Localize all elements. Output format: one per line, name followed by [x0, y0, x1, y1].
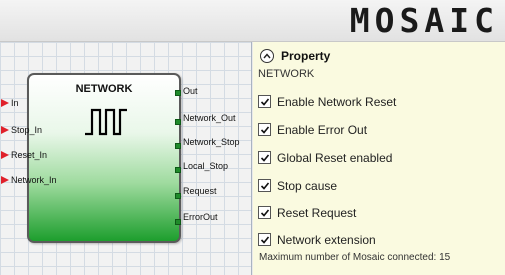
- output-port-errorout[interactable]: [175, 219, 181, 225]
- output-label-out: Out: [183, 86, 198, 96]
- input-label-network-in: Network_In: [11, 175, 57, 185]
- output-port-local-stop[interactable]: [175, 167, 181, 173]
- option-label: Reset Request: [277, 205, 357, 220]
- option-enable-network-reset[interactable]: Enable Network Reset: [258, 94, 396, 109]
- output-port-out[interactable]: [175, 90, 181, 96]
- property-header: Property: [260, 48, 330, 64]
- checkbox[interactable]: [258, 206, 271, 219]
- output-port-request[interactable]: [175, 193, 181, 199]
- output-label-local-stop: Local_Stop: [183, 161, 229, 171]
- property-subtitle: NETWORK: [258, 68, 315, 80]
- pulse-train-icon: [85, 108, 127, 136]
- property-title: Property: [281, 49, 331, 63]
- checkbox[interactable]: [258, 95, 271, 108]
- check-icon: [260, 153, 269, 162]
- option-reset-request[interactable]: Reset Request: [258, 205, 356, 220]
- input-label-reset-in: Reset_In: [11, 150, 48, 160]
- input-port-network-in[interactable]: [1, 176, 9, 184]
- chevron-up-icon[interactable]: [260, 49, 274, 63]
- block-title: NETWORK: [75, 83, 133, 95]
- check-icon: [260, 181, 269, 190]
- checkbox[interactable]: [258, 123, 271, 136]
- check-icon: [260, 125, 269, 134]
- network-function-block[interactable]: NETWORK: [27, 73, 181, 243]
- checkbox[interactable]: [258, 151, 271, 164]
- input-port-in[interactable]: [1, 99, 9, 107]
- output-label-errorout: ErrorOut: [183, 212, 218, 222]
- option-label: Enable Error Out: [277, 122, 368, 137]
- option-label: Network extension: [277, 232, 376, 247]
- output-port-network-stop[interactable]: [175, 143, 181, 149]
- input-port-stop-in[interactable]: [1, 126, 9, 134]
- mosaic-logo: MOSAIC: [349, 1, 499, 40]
- output-port-network-out[interactable]: [175, 119, 181, 125]
- check-icon: [260, 235, 269, 244]
- option-label: Global Reset enabled: [277, 150, 393, 165]
- output-label-network-stop: Network_Stop: [183, 137, 240, 147]
- checkbox[interactable]: [258, 233, 271, 246]
- input-label-in: In: [11, 98, 19, 108]
- option-label: Enable Network Reset: [277, 94, 397, 109]
- option-stop-cause[interactable]: Stop cause: [258, 178, 337, 193]
- input-port-reset-in[interactable]: [1, 151, 9, 159]
- check-icon: [260, 97, 269, 106]
- property-panel: Property NETWORK Enable Network Reset En…: [253, 42, 505, 275]
- checkbox[interactable]: [258, 179, 271, 192]
- option-label: Stop cause: [277, 178, 338, 193]
- max-mosaic-note: Maximum number of Mosaic connected: 15: [259, 252, 451, 263]
- check-icon: [260, 208, 269, 217]
- app-header: MOSAIC: [0, 0, 505, 42]
- input-label-stop-in: Stop_In: [11, 125, 43, 135]
- output-label-network-out: Network_Out: [183, 113, 236, 123]
- option-network-extension[interactable]: Network extension: [258, 232, 376, 247]
- output-label-request: Request: [183, 186, 217, 196]
- option-global-reset-enabled[interactable]: Global Reset enabled: [258, 150, 392, 165]
- option-enable-error-out[interactable]: Enable Error Out: [258, 122, 367, 137]
